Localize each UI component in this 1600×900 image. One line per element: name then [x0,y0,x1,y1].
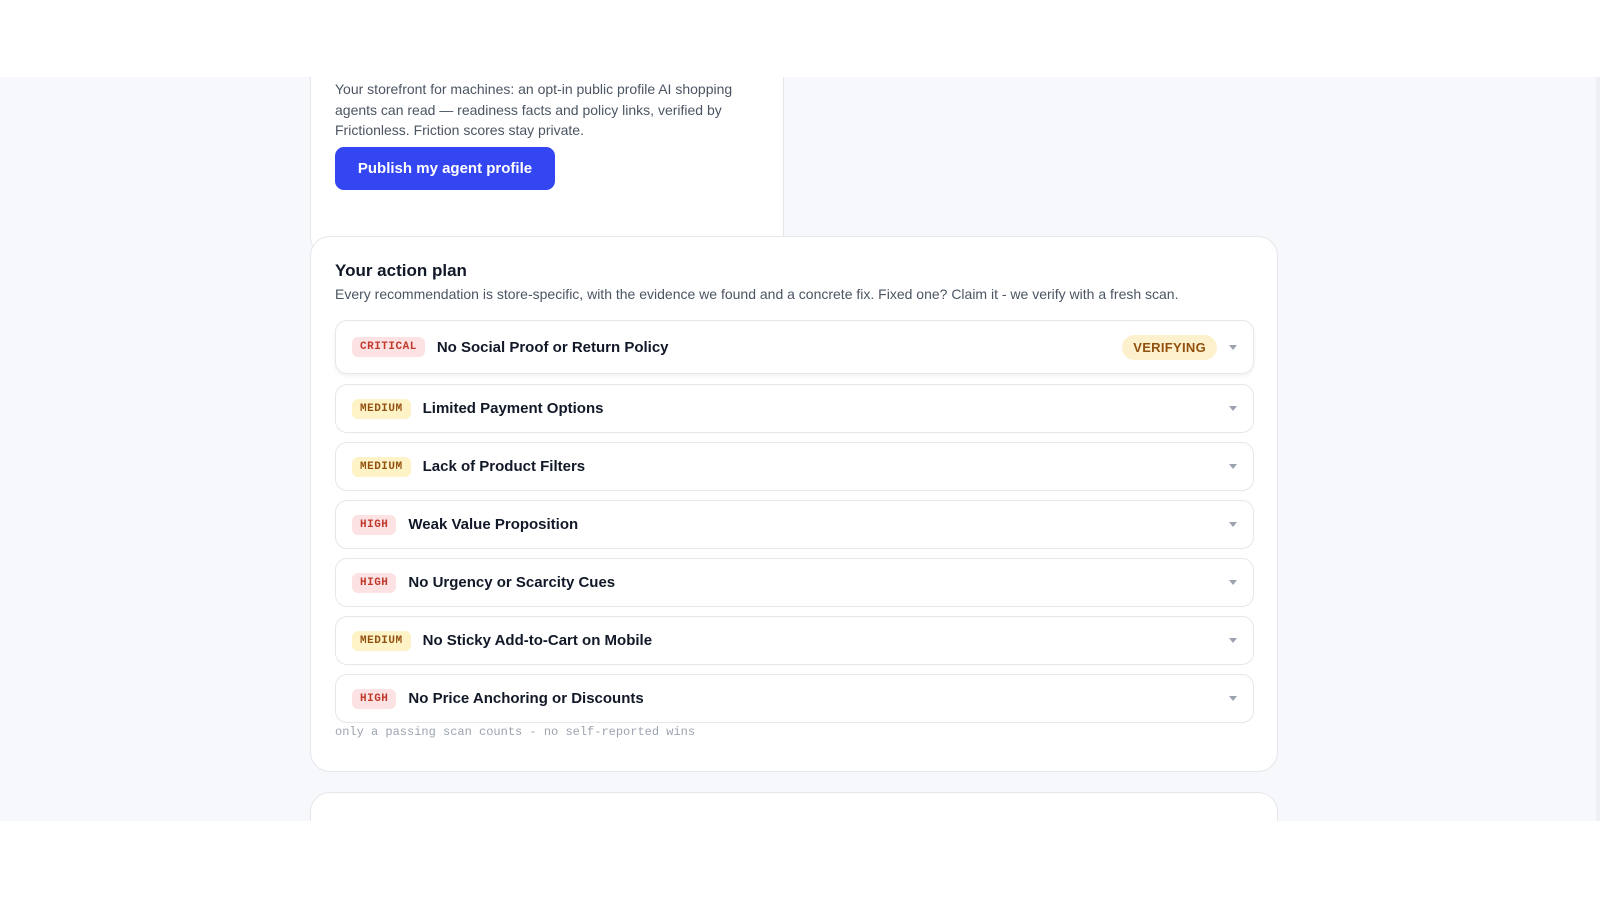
action-item-title: No Price Anchoring or Discounts [408,690,644,707]
agent-profile-card: Your storefront for machines: an opt-in … [310,77,784,257]
severity-badge: HIGH [352,572,397,593]
action-item-title: No Social Proof or Return Policy [436,338,669,356]
severity-badge: CRITICAL [352,337,425,357]
action-item-title: Weak Value Proposition [408,516,579,533]
action-item[interactable]: MEDIUM No Sticky Add-to-Cart on Mobile [335,616,1254,665]
action-item[interactable]: MEDIUM Lack of Product Filters [335,442,1254,491]
chevron-down-icon[interactable] [1229,406,1237,411]
chevron-down-icon[interactable] [1229,696,1237,701]
severity-badge: MEDIUM [352,630,411,651]
action-item-title: Limited Payment Options [422,400,604,417]
severity-badge: MEDIUM [352,398,411,419]
action-item-title: No Sticky Add-to-Cart on Mobile [422,632,653,649]
chevron-down-icon[interactable] [1229,522,1237,527]
scrollbar[interactable] [1596,77,1600,821]
chevron-down-icon[interactable] [1229,344,1237,350]
action-item[interactable]: HIGH No Price Anchoring or Discounts [335,674,1254,723]
next-section-card [310,792,1278,821]
action-plan-title: Your action plan [335,261,467,280]
action-item[interactable]: MEDIUM Limited Payment Options [335,384,1254,433]
action-item[interactable]: CRITICAL No Social Proof or Return Polic… [335,320,1254,374]
agent-profile-description: Your storefront for machines: an opt-in … [335,81,733,138]
status-badge: VERIFYING [1122,334,1217,360]
severity-badge: HIGH [352,688,397,709]
action-plan-subtitle: Every recommendation is store-specific, … [335,286,1179,302]
action-item-title: Lack of Product Filters [422,458,586,475]
action-plan-footnote: only a passing scan counts - no self-rep… [335,725,696,739]
main-scroll-area[interactable]: Your storefront for machines: an opt-in … [0,77,1600,821]
action-item[interactable]: HIGH No Urgency or Scarcity Cues [335,558,1254,607]
chevron-down-icon[interactable] [1229,464,1237,469]
chevron-down-icon[interactable] [1229,580,1237,585]
action-plan-list: CRITICAL No Social Proof or Return Polic… [335,320,1254,732]
chevron-down-icon[interactable] [1229,638,1237,643]
action-item[interactable]: HIGH Weak Value Proposition [335,500,1254,549]
severity-badge: HIGH [352,514,397,535]
action-plan-card: Your action plan Every recommendation is… [310,236,1278,772]
publish-agent-profile-button[interactable]: Publish my agent profile [335,147,555,190]
action-item-title: No Urgency or Scarcity Cues [408,574,616,591]
severity-badge: MEDIUM [352,456,411,477]
